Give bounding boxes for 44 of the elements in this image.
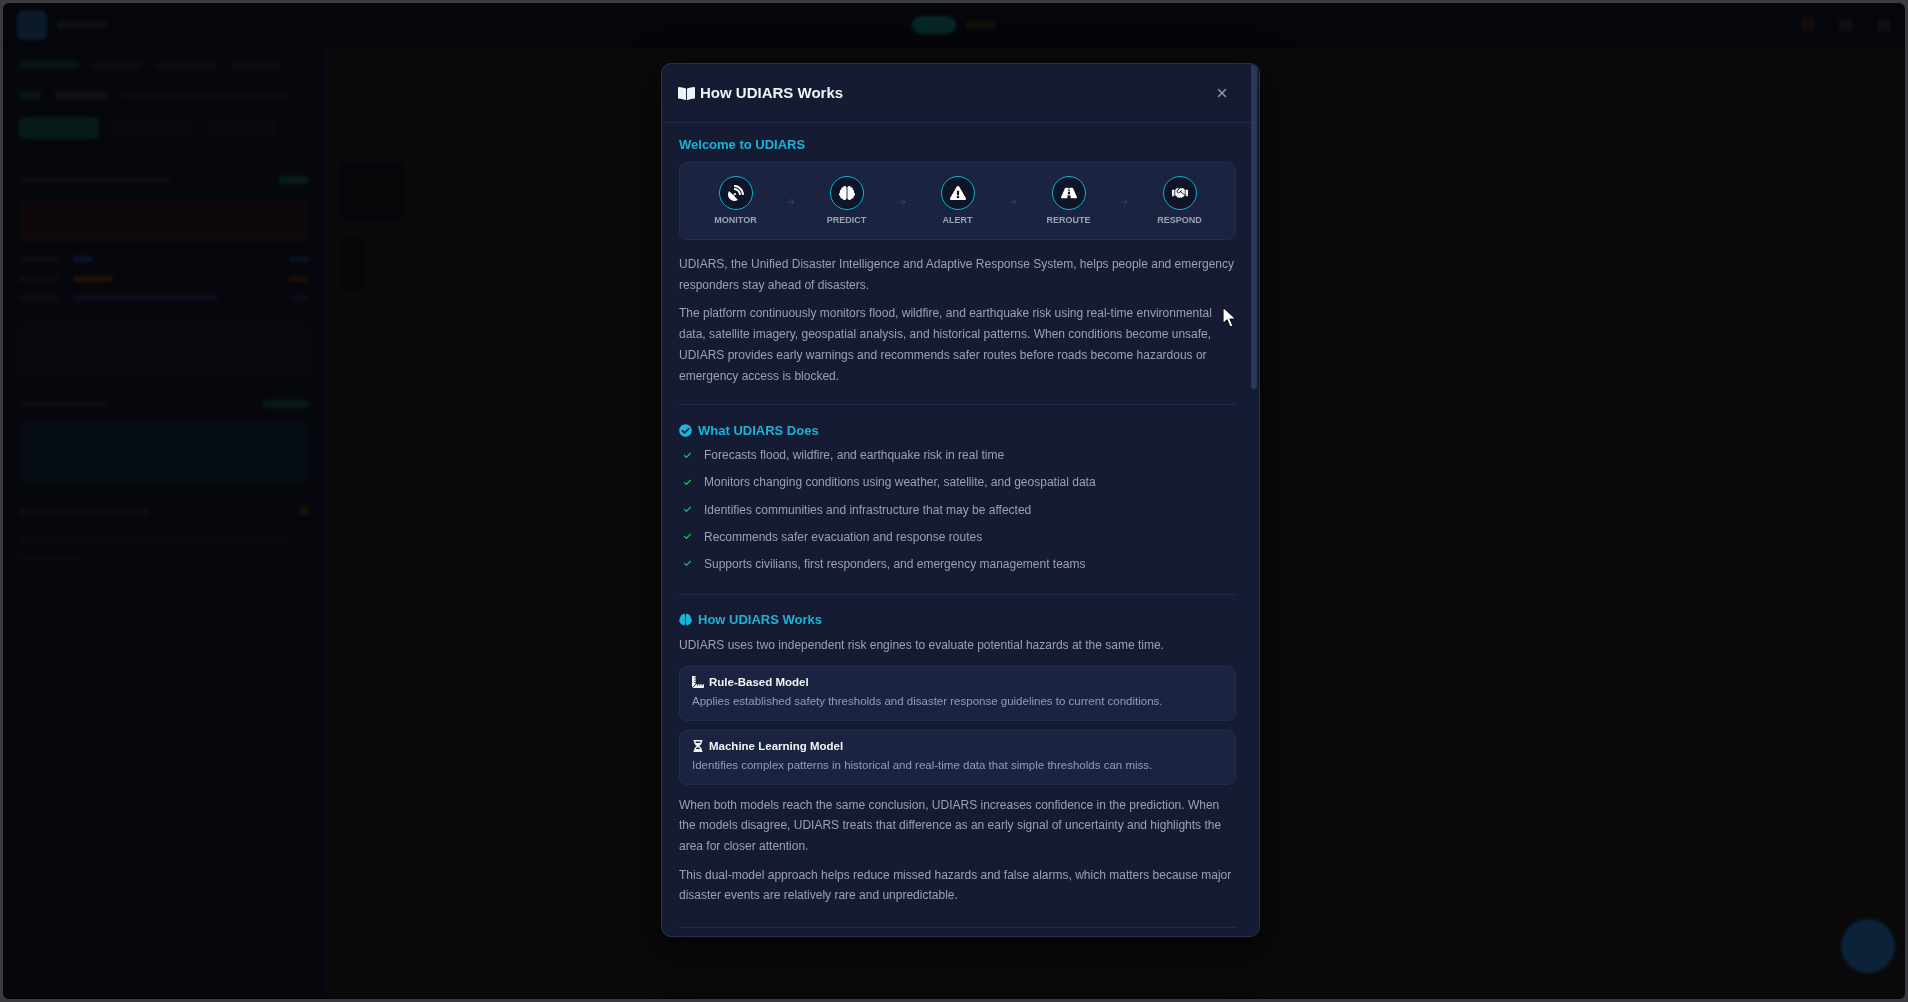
model-card-description: Identifies complex patterns in historical and real-time data that simple thresholds can miss. (692, 757, 1154, 773)
intro-paragraph: The platform continuously monitors flood, wildfire, and earthquake risk using real-time environmental data, satellite imagery, geospatial analysis, and historical patterns. When conditions become unsafe, UDIARS provides early warnings and recommends safer routes before roads become hazardous or emergency access is blocked. (679, 305, 1213, 385)
arrow-right-icon (786, 197, 796, 207)
intro-paragraph: UDIARS uses two independent risk engines to evaluate potential hazards at the same time. (679, 636, 1165, 654)
warning-icon (940, 176, 975, 210)
feature-list-item: Supports civilians, first responders, and emergency management teams (704, 555, 1086, 573)
model-card-description: Applies established safety thresholds and disaster response guidelines to current conditions. (692, 693, 1164, 709)
step-label: MONITOR (714, 214, 757, 226)
brain-icon (679, 612, 692, 626)
check-icon (683, 505, 692, 515)
arrow-right-icon (897, 197, 907, 207)
handshake-icon (1162, 176, 1197, 210)
section-heading: How UDIARS Works (698, 610, 822, 628)
arrow-right-icon (1119, 197, 1129, 207)
arrow-right-icon (1008, 197, 1018, 207)
model-card-title: Machine Learning Model (709, 738, 844, 753)
step-label: PREDICT (826, 214, 867, 226)
book-icon (678, 84, 695, 102)
section-heading: What UDIARS Does (698, 422, 819, 440)
step-label: ALERT (942, 214, 973, 226)
section-heading: Welcome to UDIARS (679, 136, 806, 153)
check-icon (683, 532, 692, 542)
check-icon (683, 477, 692, 487)
check-icon (683, 450, 692, 460)
brain-icon (829, 176, 864, 210)
description-paragraph: When both models reach the same conclusion, UDIARS increases confidence in the prediction. When the models disagree, UDIARS treats that difference as an early signal of uncertainty and highlights the area for closer attention. (679, 796, 1223, 856)
ruler-icon (692, 675, 704, 688)
step-label: RESPOND (1157, 214, 1202, 226)
feature-list-item: Recommends safer evacuation and response routes (704, 528, 983, 546)
hourglass-icon (692, 739, 704, 752)
intro-paragraph: UDIARS, the Unified Disaster Intelligence and Adaptive Response System, helps people and emergency responders stay ahead of disasters. (679, 256, 1235, 294)
feature-list-item: Forecasts flood, wildfire, and earthquake risk in real time (704, 447, 1005, 465)
road-icon (1051, 176, 1086, 210)
close-icon (1215, 86, 1229, 100)
mouse-pointer-icon (1222, 306, 1238, 328)
description-paragraph: This dual-model approach helps reduce missed hazards and false alarms, which matters because major disaster events are relatively rare and unpredictable. (679, 866, 1233, 905)
model-card-title: Rule-Based Model (709, 674, 809, 689)
scrollbar-thumb[interactable] (1251, 64, 1257, 389)
dialog-title: How UDIARS Works (700, 84, 844, 102)
feature-list-item: Identifies communities and infrastructure that may be affected (704, 501, 1032, 519)
step-label: REROUTE (1046, 214, 1091, 226)
satellite-dish-icon (718, 176, 753, 210)
check-icon (683, 559, 692, 569)
feature-list-item: Monitors changing conditions using weather, satellite, and geospatial data (704, 474, 1096, 492)
